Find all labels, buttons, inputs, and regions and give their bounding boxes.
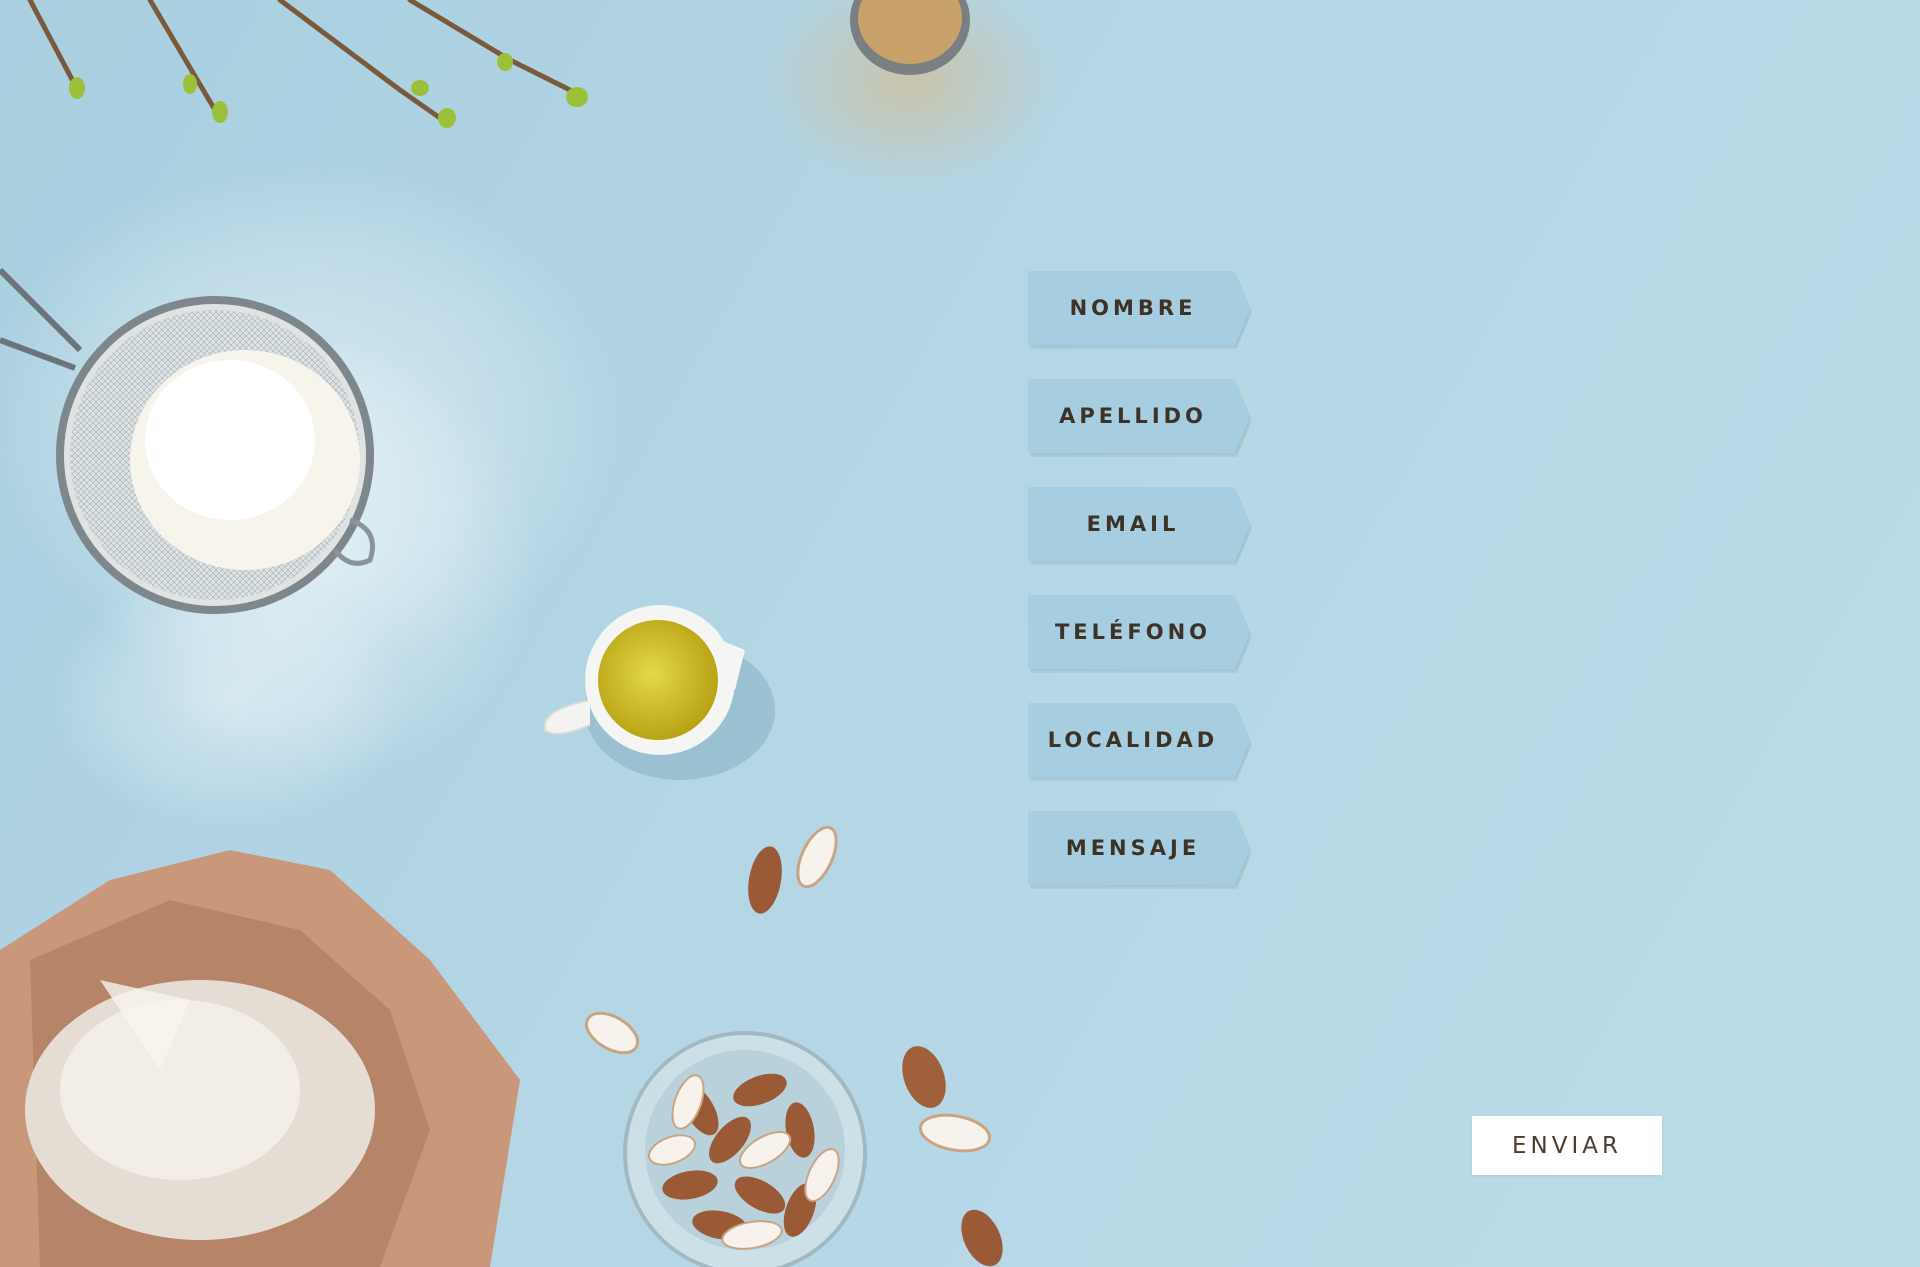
- localidad-label: LOCALIDAD: [1047, 728, 1219, 752]
- mensaje-label: MENSAJE: [1065, 836, 1201, 860]
- localidad-field[interactable]: LOCALIDAD: [1028, 703, 1250, 777]
- telefono-label: TELÉFONO: [1054, 620, 1212, 644]
- telefono-field[interactable]: TELÉFONO: [1028, 595, 1250, 669]
- paper-flour-bag: [0, 850, 520, 1267]
- background-photo: [0, 0, 1060, 1267]
- spoon-of-sugar: [760, 0, 1060, 190]
- email-field[interactable]: EMAIL: [1028, 487, 1250, 561]
- nombre-field[interactable]: NOMBRE: [1028, 271, 1250, 345]
- nombre-label: NOMBRE: [1069, 296, 1197, 320]
- enviar-button[interactable]: ENVIAR: [1472, 1116, 1662, 1175]
- apellido-label: APELLIDO: [1059, 404, 1207, 428]
- bowl-of-almonds: [623, 1031, 867, 1267]
- oil-jug: [543, 605, 775, 780]
- email-label: EMAIL: [1086, 512, 1180, 536]
- mensaje-field[interactable]: MENSAJE: [1028, 811, 1250, 885]
- apellido-field[interactable]: APELLIDO: [1028, 379, 1250, 453]
- enviar-label: ENVIAR: [1512, 1132, 1622, 1159]
